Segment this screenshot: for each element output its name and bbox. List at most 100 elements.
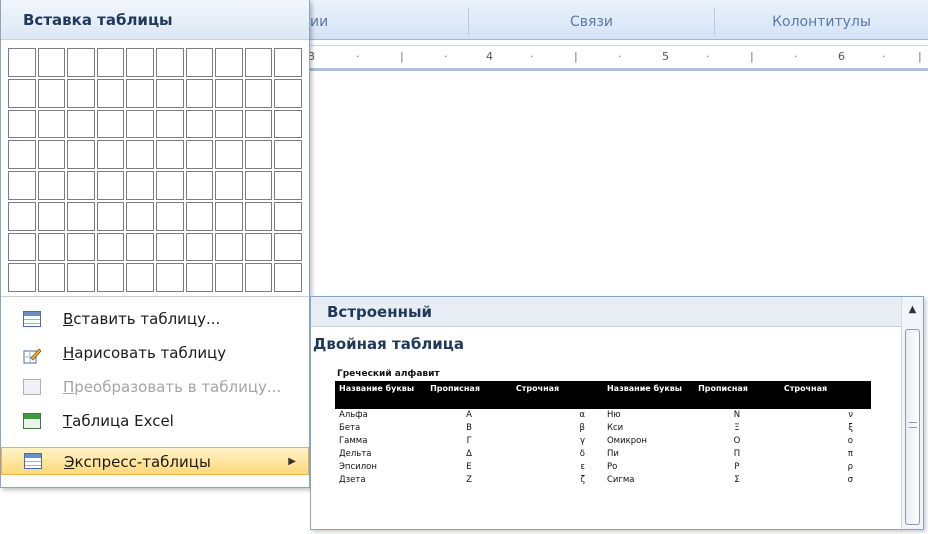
- menu-insert-table[interactable]: Вставить таблицу...: [1, 305, 309, 333]
- grid-cell[interactable]: [37, 201, 66, 231]
- grid-cell[interactable]: [67, 171, 95, 200]
- ribbon-group-partial[interactable]: ии: [300, 8, 468, 36]
- grid-cell[interactable]: [185, 78, 214, 108]
- grid-cell[interactable]: [274, 171, 302, 200]
- grid-cell[interactable]: [37, 140, 66, 169]
- preview-cell: Α: [466, 410, 472, 420]
- grid-cell[interactable]: [96, 263, 125, 292]
- grid-cell[interactable]: [185, 201, 214, 231]
- grid-cell[interactable]: [215, 109, 243, 139]
- grid-cell[interactable]: [215, 171, 243, 200]
- grid-cell[interactable]: [185, 263, 214, 292]
- grid-cell[interactable]: [67, 78, 95, 108]
- grid-cell[interactable]: [37, 171, 66, 200]
- ribbon-group-header-footer[interactable]: Колонтитулы: [714, 8, 928, 36]
- grid-cell[interactable]: [185, 232, 214, 262]
- menu-draw-table[interactable]: Нарисовать таблицу: [1, 339, 309, 367]
- ribbon-group-links[interactable]: Связи: [468, 8, 714, 36]
- preview-cell: β: [579, 423, 585, 433]
- grid-cell[interactable]: [37, 232, 66, 262]
- grid-cell[interactable]: [244, 78, 273, 108]
- grid-cell[interactable]: [8, 201, 36, 231]
- grid-cell[interactable]: [96, 140, 125, 169]
- grid-cell[interactable]: [96, 232, 125, 262]
- grid-cell[interactable]: [96, 48, 125, 77]
- grid-cell[interactable]: [8, 109, 36, 139]
- grid-cell[interactable]: [185, 48, 214, 77]
- grid-cell[interactable]: [126, 78, 154, 108]
- grid-cell[interactable]: [215, 48, 243, 77]
- grid-cell[interactable]: [244, 48, 273, 77]
- grid-cell[interactable]: [156, 78, 184, 108]
- grid-cell[interactable]: [126, 109, 154, 139]
- preview-row: Дельта Δδ Пи Ππ: [335, 448, 871, 461]
- grid-cell[interactable]: [215, 140, 243, 169]
- grid-cell[interactable]: [8, 48, 36, 77]
- grid-cell[interactable]: [67, 232, 95, 262]
- grid-cell[interactable]: [156, 263, 184, 292]
- grid-cell[interactable]: [156, 201, 184, 231]
- scroll-up-arrow-icon[interactable]: ▲: [902, 299, 923, 321]
- grid-cell[interactable]: [244, 109, 273, 139]
- grid-cell[interactable]: [8, 140, 36, 169]
- grid-cell[interactable]: [215, 232, 243, 262]
- grid-cell[interactable]: [67, 109, 95, 139]
- grid-cell[interactable]: [126, 263, 154, 292]
- insert-table-title: Вставка таблицы: [1, 0, 309, 40]
- grid-cell[interactable]: [185, 171, 214, 200]
- horizontal-ruler[interactable]: 3 · | · 4 · | · 5 · | · 6 · |: [300, 45, 928, 71]
- table-size-grid[interactable]: [8, 48, 302, 292]
- grid-cell[interactable]: [126, 232, 154, 262]
- grid-cell[interactable]: [274, 263, 302, 292]
- grid-cell[interactable]: [67, 140, 95, 169]
- gallery-scrollbar[interactable]: ▲: [901, 297, 923, 529]
- ruler-tick: |: [750, 50, 754, 63]
- grid-cell[interactable]: [37, 109, 66, 139]
- grid-cell[interactable]: [126, 48, 154, 77]
- grid-cell[interactable]: [274, 232, 302, 262]
- grid-cell[interactable]: [156, 109, 184, 139]
- grid-cell[interactable]: [37, 48, 66, 77]
- grid-cell[interactable]: [274, 201, 302, 231]
- grid-cell[interactable]: [96, 171, 125, 200]
- grid-cell[interactable]: [156, 140, 184, 169]
- grid-cell[interactable]: [274, 109, 302, 139]
- grid-cell[interactable]: [215, 263, 243, 292]
- grid-cell[interactable]: [8, 171, 36, 200]
- grid-cell[interactable]: [8, 263, 36, 292]
- gallery-item-preview[interactable]: Греческий алфавит Название буквы Прописн…: [333, 365, 873, 527]
- grid-cell[interactable]: [67, 263, 95, 292]
- scrollbar-thumb[interactable]: [905, 329, 920, 525]
- grid-cell[interactable]: [96, 201, 125, 231]
- grid-cell[interactable]: [244, 201, 273, 231]
- menu-quick-tables[interactable]: Экспресс-таблицы ▶: [1, 447, 309, 475]
- grid-cell[interactable]: [67, 201, 95, 231]
- grid-cell[interactable]: [274, 78, 302, 108]
- grid-cell[interactable]: [156, 48, 184, 77]
- grid-cell[interactable]: [156, 171, 184, 200]
- grid-cell[interactable]: [37, 78, 66, 108]
- grid-cell[interactable]: [96, 109, 125, 139]
- grid-cell[interactable]: [274, 140, 302, 169]
- grid-cell[interactable]: [156, 232, 184, 262]
- grid-cell[interactable]: [185, 140, 214, 169]
- grid-cell[interactable]: [8, 78, 36, 108]
- grid-cell[interactable]: [185, 109, 214, 139]
- grid-cell[interactable]: [37, 263, 66, 292]
- menu-label: аблица Excel: [72, 412, 174, 430]
- grid-cell[interactable]: [126, 201, 154, 231]
- menu-excel-table[interactable]: Таблица Excel: [1, 407, 309, 435]
- grid-cell[interactable]: [8, 232, 36, 262]
- grid-cell[interactable]: [244, 140, 273, 169]
- grid-cell[interactable]: [274, 48, 302, 77]
- grid-cell[interactable]: [67, 48, 95, 77]
- grid-cell[interactable]: [215, 78, 243, 108]
- grid-cell[interactable]: [126, 140, 154, 169]
- grid-cell[interactable]: [244, 263, 273, 292]
- grid-cell[interactable]: [244, 171, 273, 200]
- grid-cell[interactable]: [215, 201, 243, 231]
- grid-cell[interactable]: [96, 78, 125, 108]
- preview-row: Эпсилон Εε Ро Ρρ: [335, 461, 871, 474]
- grid-cell[interactable]: [126, 171, 154, 200]
- grid-cell[interactable]: [244, 232, 273, 262]
